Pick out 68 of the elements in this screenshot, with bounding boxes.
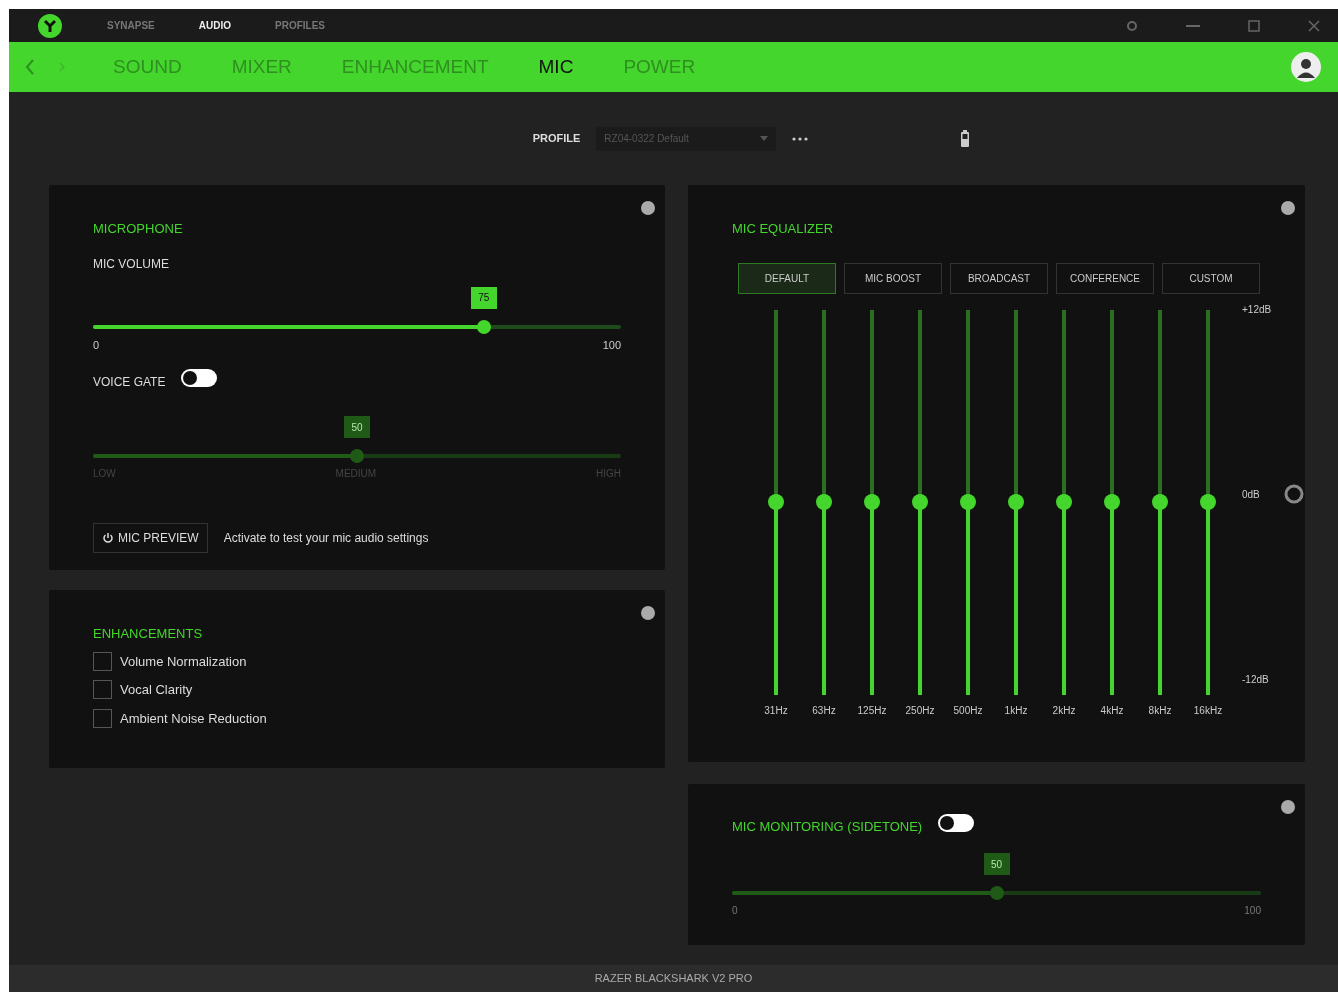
section-title: MICROPHONE — [93, 220, 184, 238]
minimize-icon[interactable] — [1186, 24, 1200, 27]
profile-label: PROFILE — [532, 131, 581, 147]
eq-slider-handle[interactable] — [864, 494, 880, 510]
slider-handle[interactable] — [989, 886, 1004, 900]
mic-preview-button[interactable]: MIC PREVIEW — [93, 523, 208, 553]
preset-button[interactable]: BROADCAST — [950, 262, 1048, 294]
preset-button[interactable]: CONFERENCE — [1056, 262, 1154, 294]
section-title: MIC EQUALIZER — [732, 220, 835, 238]
band-label: 31Hz — [764, 703, 788, 718]
eq-slider-handle[interactable] — [1104, 494, 1120, 510]
power-icon — [102, 532, 114, 544]
min-label: 0 — [732, 904, 738, 918]
slider-handle[interactable] — [476, 319, 491, 334]
eq-slider-handle[interactable] — [1200, 494, 1216, 510]
user-avatar-icon[interactable] — [1290, 51, 1322, 83]
eq-slider-handle[interactable] — [1008, 494, 1024, 510]
app-tab[interactable]: AUDIO — [198, 18, 232, 33]
app-tab[interactable]: SYNAPSE — [107, 18, 155, 33]
checkbox-label: Vocal Clarity — [120, 681, 193, 699]
toggle-label: VOICE GATE — [93, 373, 166, 391]
eq-slider-handle[interactable] — [816, 494, 832, 510]
checkbox-label: Ambient Noise Reduction — [120, 709, 267, 728]
checkbox-label: Volume Normalization — [120, 652, 247, 671]
checkbox[interactable] — [93, 651, 112, 671]
band-label: 4kHz — [1100, 703, 1124, 718]
section-title: MIC MONITORING (SIDETONE) — [732, 817, 923, 836]
scale-label: -12dB — [1242, 672, 1270, 687]
eq-slider-handle[interactable] — [1152, 494, 1168, 510]
hint-text: Activate to test your mic audio settings — [223, 530, 429, 547]
checkbox[interactable] — [93, 708, 112, 728]
eq-slider-handle[interactable] — [960, 494, 976, 510]
scale-label: 0dB — [1242, 487, 1260, 502]
band-label: 2kHz — [1052, 703, 1076, 718]
max-label: 100 — [1244, 904, 1261, 918]
band-label: 500Hz — [953, 703, 983, 718]
slider-label: MIC VOLUME — [93, 255, 170, 273]
eq-slider-handle[interactable] — [912, 494, 928, 510]
close-icon[interactable] — [1308, 19, 1320, 32]
maximize-icon[interactable] — [1248, 19, 1260, 32]
slider-handle[interactable] — [350, 449, 364, 463]
value-bubble: 75 — [470, 286, 497, 309]
section-title: ENHANCEMENTS — [93, 625, 204, 643]
app-tab[interactable]: PROFILES — [275, 18, 326, 33]
band-label: 1kHz — [1004, 703, 1028, 718]
min-label: 0 — [93, 337, 100, 353]
band-label: 250Hz — [905, 703, 935, 718]
value-bubble: 50 — [983, 853, 1010, 875]
checkbox[interactable] — [93, 680, 112, 700]
section-tab[interactable]: MIC — [538, 52, 574, 82]
caret-icon — [760, 136, 769, 141]
band-label: 63Hz — [812, 703, 836, 718]
battery-icon — [960, 129, 971, 148]
eq-slider-handle[interactable] — [768, 494, 784, 510]
band-label: 125Hz — [857, 703, 887, 718]
preset-button[interactable]: DEFAULT — [738, 262, 836, 294]
more-options-icon[interactable] — [792, 136, 809, 141]
scale-label: +12dB — [1242, 302, 1273, 317]
toggle-switch[interactable] — [938, 814, 975, 832]
max-label: 100 — [602, 337, 621, 353]
toggle-switch[interactable] — [181, 369, 218, 387]
preset-button[interactable]: CUSTOM — [1162, 262, 1260, 294]
device-name: RAZER BLACKSHARK V2 PRO — [594, 971, 753, 987]
band-label: 16kHz — [1193, 703, 1223, 718]
preset-button[interactable]: MIC BOOST — [844, 262, 942, 294]
band-label: 8kHz — [1148, 703, 1172, 718]
value-bubble: 50 — [344, 416, 370, 438]
eq-slider-handle[interactable] — [1056, 494, 1072, 510]
